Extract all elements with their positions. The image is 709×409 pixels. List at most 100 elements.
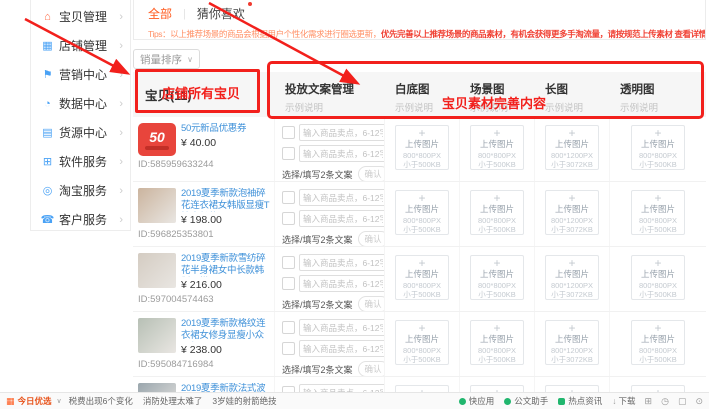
product-cell: 2019夏季新款雪纺碎花半身裙女中长款韩版百搭¥ 216.00ID:597004…	[133, 247, 275, 311]
material-table: 宝贝(11)投放文案管理示例说明白底图示例说明场景图示例说明长图示例说明透明图示…	[133, 72, 706, 409]
copy-cell: 选择/填写2条文案确认取消	[275, 312, 385, 376]
sidebar-item-label: 货源中心	[59, 124, 119, 141]
upload-size-line: 800*800PX	[471, 216, 523, 225]
upload-size-hint: 800*800PX小于500KB	[471, 346, 523, 364]
sidebar-item-software-service[interactable]: ⊞软件服务›	[31, 147, 130, 176]
sidebar-item-marketing-center[interactable]: ⚑营销中心›	[31, 60, 130, 89]
selling-point-input[interactable]	[299, 254, 385, 271]
tips-detail-link[interactable]: 查看详情>	[674, 29, 705, 39]
sidebar-item-taobao-service[interactable]: ◎淘宝服务›	[31, 176, 130, 205]
selling-point-input[interactable]	[299, 145, 385, 162]
selling-point-input[interactable]	[299, 189, 385, 206]
upload-size-line: 小于500KB	[632, 225, 684, 234]
upload-image-button[interactable]: +上传图片800*800PX小于500KB	[631, 190, 685, 235]
example-info-link[interactable]: 示例说明	[470, 100, 535, 114]
confirm-button[interactable]: 确认	[358, 166, 385, 181]
chevron-down-icon[interactable]: ∨	[57, 397, 62, 405]
upload-label: 上传图片	[396, 334, 448, 344]
app-shortcut[interactable]: 热点资讯	[558, 395, 602, 407]
sidebar-item-data-center[interactable]: ◔数据中心›	[31, 89, 130, 118]
selling-point-input[interactable]	[299, 210, 385, 227]
selling-point-row	[282, 275, 380, 292]
upload-image-button[interactable]: +上传图片800*800PX小于500KB	[395, 190, 449, 235]
example-info-link[interactable]: 示例说明	[395, 100, 460, 114]
sidebar-item-shop-manage[interactable]: ▦店铺管理›	[31, 31, 130, 60]
tab-all[interactable]: 全部	[148, 5, 172, 22]
upload-size-line: 小于500KB	[471, 355, 523, 364]
example-info-link[interactable]: 示例说明	[285, 100, 385, 114]
tray-icon[interactable]: ▢	[678, 396, 687, 407]
chevron-right-icon: ›	[119, 69, 123, 81]
copy-footer-label: 选择/填写2条文案	[282, 233, 353, 246]
checkbox[interactable]	[282, 191, 295, 204]
upload-label: 上传图片	[471, 269, 523, 279]
example-info-link[interactable]: 示例说明	[620, 100, 706, 114]
product-summary: 2019夏季新款泡袖碎花连衣裙女韩版显瘦T恤中长款¥ 198.00	[138, 188, 270, 226]
app-shortcut[interactable]: 公文助手	[504, 395, 548, 407]
upload-image-button[interactable]: +上传图片800*800PX小于500KB	[395, 320, 449, 365]
upload-size-line: 小于500KB	[632, 160, 684, 169]
upload-image-button[interactable]: +上传图片800*800PX小于500KB	[470, 255, 524, 300]
column-header-items: 宝贝(11)	[133, 72, 275, 117]
news-link[interactable]: 消防处理太难了	[143, 395, 203, 407]
upload-image-button[interactable]: +上传图片800*800PX小于500KB	[470, 320, 524, 365]
product-title-link[interactable]: 50元新品优惠券	[181, 123, 246, 135]
upload-size-hint: 800*800PX小于500KB	[396, 281, 448, 299]
product-title-link[interactable]: 2019夏季新款泡袖碎花连衣裙女韩版显瘦T恤中长款	[181, 188, 270, 212]
upload-image-button[interactable]: +上传图片800*1200PX小于3072KB	[545, 190, 599, 235]
selling-point-input[interactable]	[299, 319, 385, 336]
sidebar-item-label: 客户服务	[59, 211, 119, 228]
upload-label: 上传图片	[471, 139, 523, 149]
hot-picks-label[interactable]: 今日优选	[18, 395, 52, 407]
upload-image-button[interactable]: +上传图片800*800PX小于500KB	[631, 320, 685, 365]
example-info-link[interactable]: 示例说明	[545, 100, 610, 114]
app-shortcut-label: 快应用	[469, 395, 495, 407]
checkbox[interactable]	[282, 126, 295, 139]
sidebar-item-customer-service[interactable]: ☎客户服务›	[31, 205, 130, 234]
product-title-link[interactable]: 2019夏季新款雪纺碎花半身裙女中长款韩版百搭	[181, 253, 270, 277]
treasure-manage-icon: ⌂	[40, 11, 55, 23]
checkbox[interactable]	[282, 256, 295, 269]
upload-size-line: 小于500KB	[471, 225, 523, 234]
plus-icon: +	[396, 258, 448, 269]
app-shortcut[interactable]: 快应用	[459, 395, 495, 407]
checkbox[interactable]	[282, 277, 295, 290]
sidebar-item-item-manage[interactable]: ⌂宝贝管理›	[31, 2, 130, 31]
tray-icon[interactable]: ◷	[661, 396, 669, 407]
checkbox[interactable]	[282, 321, 295, 334]
table-header: 宝贝(11)投放文案管理示例说明白底图示例说明场景图示例说明长图示例说明透明图示…	[133, 72, 706, 117]
checkbox[interactable]	[282, 342, 295, 355]
tray-icon[interactable]: ⊙	[695, 396, 703, 407]
confirm-button[interactable]: 确认	[358, 231, 385, 246]
checkbox[interactable]	[282, 212, 295, 225]
news-link[interactable]: 3岁娃的射箭绝技	[212, 395, 276, 407]
upload-image-button[interactable]: +上传图片800*800PX小于500KB	[395, 255, 449, 300]
upload-image-button[interactable]: +上传图片800*800PX小于500KB	[470, 125, 524, 170]
copy-footer-label: 选择/填写2条文案	[282, 168, 353, 181]
sort-dropdown[interactable]: 销量排序 ∨	[133, 49, 200, 69]
tab-guess-you-like[interactable]: 猜你喜欢	[197, 5, 245, 22]
confirm-button[interactable]: 确认	[358, 361, 385, 376]
upload-cell-long: +上传图片800*1200PX小于3072KB	[535, 247, 610, 311]
product-thumbnail	[138, 318, 176, 353]
upload-image-button[interactable]: +上传图片800*800PX小于500KB	[631, 255, 685, 300]
selling-point-input[interactable]	[299, 340, 385, 357]
download-button[interactable]: ↓ 下载	[612, 395, 635, 407]
tab-guess-label: 猜你喜欢	[197, 7, 245, 21]
checkbox[interactable]	[282, 147, 295, 160]
selling-point-input[interactable]	[299, 275, 385, 292]
upload-image-button[interactable]: +上传图片800*800PX小于500KB	[470, 190, 524, 235]
tray-icon[interactable]: ⊞	[645, 396, 653, 407]
confirm-button[interactable]: 确认	[358, 296, 385, 311]
upload-image-button[interactable]: +上传图片800*1200PX小于3072KB	[545, 255, 599, 300]
upload-image-button[interactable]: +上传图片800*800PX小于500KB	[395, 125, 449, 170]
upload-image-button[interactable]: +上传图片800*1200PX小于3072KB	[545, 320, 599, 365]
sidebar-item-supply-center[interactable]: ▤货源中心›	[31, 118, 130, 147]
upload-image-button[interactable]: +上传图片800*1200PX小于3072KB	[545, 125, 599, 170]
upload-image-button[interactable]: +上传图片800*800PX小于500KB	[631, 125, 685, 170]
supply-icon: ▤	[40, 126, 55, 139]
news-link[interactable]: 税费出现6个变化	[69, 395, 133, 407]
download-label: 下载	[619, 395, 636, 407]
product-title-link[interactable]: 2019夏季新款格纹连衣裙女修身显瘦小众网红	[181, 318, 270, 342]
selling-point-input[interactable]	[299, 124, 385, 141]
